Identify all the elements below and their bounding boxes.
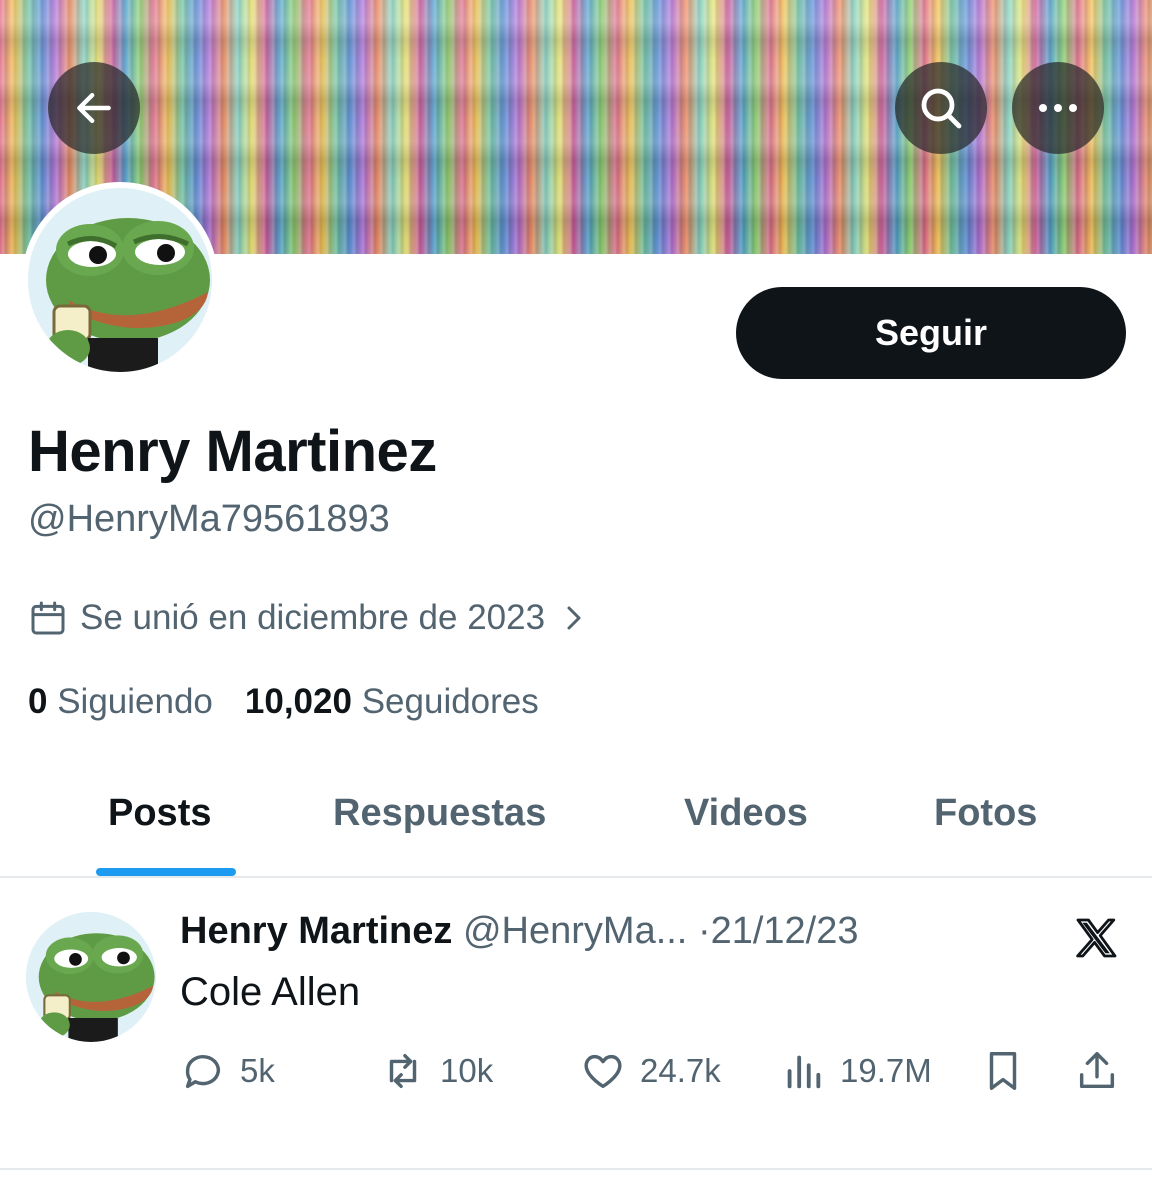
x-logo-icon: [1076, 918, 1117, 958]
post-text: Cole Allen: [180, 970, 361, 1014]
repost-icon: [389, 1053, 417, 1089]
like-button[interactable]: 24.7k: [580, 1048, 721, 1094]
bookmark-button[interactable]: [980, 1048, 1040, 1094]
views-count: 19.7M: [840, 1052, 932, 1089]
tab-videos[interactable]: Videos: [684, 792, 808, 835]
joined-date-row[interactable]: Se unió en diciembre de 2023: [28, 598, 587, 638]
following-stat[interactable]: 0 Siguiendo: [28, 682, 213, 722]
share-icon: [1079, 1052, 1115, 1089]
more-options-button[interactable]: [1012, 62, 1104, 154]
calendar-icon: [31, 601, 65, 635]
tab-posts[interactable]: Posts: [108, 792, 211, 835]
post-avatar[interactable]: [26, 912, 156, 1042]
frog-avatar-image: [26, 912, 156, 1042]
repost-count: 10k: [440, 1052, 494, 1089]
like-count: 24.7k: [640, 1052, 721, 1089]
post-actions: 5k 10k 24.7k 19.7M: [180, 1048, 1120, 1098]
tab-respuestas[interactable]: Respuestas: [333, 792, 546, 835]
profile-avatar[interactable]: [22, 182, 218, 378]
post-header: Henry Martinez @HenryMa... ·21/12/23: [180, 910, 859, 953]
following-label: Siguiendo: [57, 682, 213, 721]
repost-button[interactable]: 10k: [380, 1048, 493, 1094]
profile-handle: @HenryMa79561893: [28, 498, 390, 540]
search-icon: [921, 88, 962, 129]
arrow-left-icon: [77, 92, 111, 124]
post-author-handle[interactable]: @HenryMa...: [463, 910, 687, 952]
reply-count: 5k: [240, 1052, 275, 1089]
followers-label: Seguidores: [361, 682, 539, 721]
frog-avatar-image: [28, 188, 212, 372]
more-horizontal-icon: [1039, 104, 1077, 112]
following-count: 0: [28, 682, 48, 721]
tab-fotos[interactable]: Fotos: [934, 792, 1037, 835]
chevron-right-icon: [567, 606, 581, 630]
bookmark-icon: [989, 1052, 1017, 1090]
joined-date-text: Se unió en diciembre de 2023: [80, 598, 546, 637]
profile-tabs: Posts Respuestas Videos Fotos: [0, 780, 1152, 878]
post-item[interactable]: Henry Martinez @HenryMa... ·21/12/23 Col…: [0, 880, 1152, 1170]
follow-stats: 0 Siguiendo 10,020 Seguidores: [28, 682, 539, 722]
heart-icon: [584, 1054, 622, 1089]
followers-stat[interactable]: 10,020 Seguidores: [245, 682, 539, 722]
share-button[interactable]: [1074, 1048, 1134, 1094]
followers-count: 10,020: [244, 682, 352, 721]
reply-icon: [185, 1055, 221, 1089]
back-button[interactable]: [48, 62, 140, 154]
views-button[interactable]: 19.7M: [780, 1048, 932, 1094]
post-author-name[interactable]: Henry Martinez: [180, 910, 452, 952]
active-tab-indicator: [96, 868, 236, 876]
profile-name: Henry Martinez: [28, 419, 437, 484]
search-button[interactable]: [895, 62, 987, 154]
reply-button[interactable]: 5k: [180, 1048, 275, 1094]
analytics-icon: [787, 1055, 821, 1089]
follow-button[interactable]: Seguir: [736, 287, 1126, 379]
post-date[interactable]: 21/12/23: [711, 910, 859, 952]
post-separator: ·: [697, 910, 711, 952]
